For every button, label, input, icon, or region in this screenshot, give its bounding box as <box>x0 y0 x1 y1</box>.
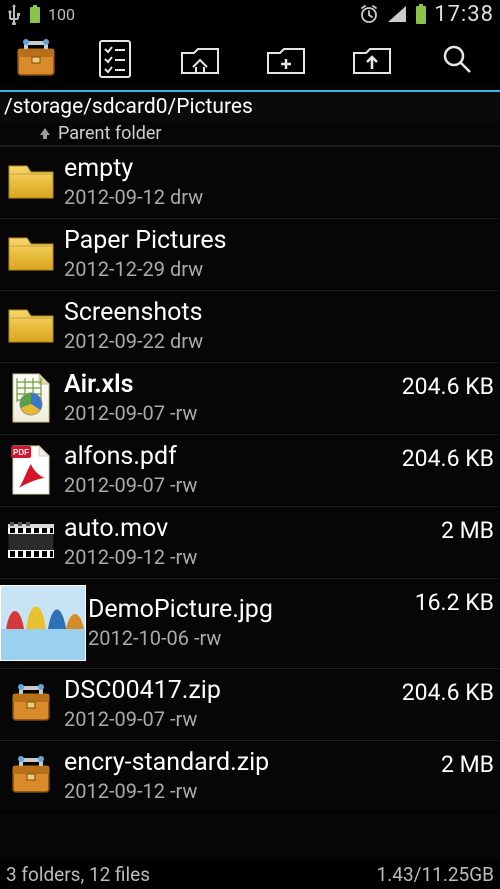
parent-folder-label: Parent folder <box>58 123 162 144</box>
home-folder-button[interactable] <box>158 28 244 90</box>
alarm-icon <box>358 3 380 25</box>
footer: 3 folders, 12 files 1.43/11.25GB <box>0 859 500 889</box>
battery-percent: 100 <box>48 5 75 24</box>
folder-summary: 3 folders, 12 files <box>6 863 150 886</box>
list-item-size: 2 MB <box>433 513 494 544</box>
list-item-meta: 2012-09-07 -rw <box>64 707 394 731</box>
list-item-name: Paper Pictures <box>64 227 486 255</box>
up-arrow-icon <box>38 124 52 145</box>
clock: 17:38 <box>434 2 494 27</box>
upload-folder-button[interactable] <box>329 28 415 90</box>
pdf-icon: PDF <box>4 443 58 497</box>
list-item-info: Screenshots2012-09-22 drw <box>64 299 486 353</box>
list-item-info: DSC00417.zip2012-09-07 -rw <box>64 677 394 731</box>
list-item-info: Air.xls2012-09-07 -rw <box>64 371 394 425</box>
xls-icon <box>4 371 58 425</box>
battery-icon <box>414 3 428 25</box>
list-item[interactable]: encry-standard.zip2012-09-12 -rw2 MB <box>0 740 500 812</box>
list-item-name: Air.xls <box>64 371 394 399</box>
list-item-meta: 2012-09-07 -rw <box>64 473 394 497</box>
new-folder-button[interactable] <box>243 28 329 90</box>
list-item-size <box>486 297 494 301</box>
list-item-meta: 2012-09-12 -rw <box>64 779 433 803</box>
toolbar <box>0 28 500 92</box>
list-item[interactable]: Screenshots2012-09-22 drw <box>0 290 500 362</box>
folder-icon <box>4 155 58 209</box>
list-item-size <box>486 153 494 157</box>
list-item[interactable]: Paper Pictures2012-12-29 drw <box>0 218 500 290</box>
signal-icon <box>386 4 408 24</box>
list-item-meta: 2012-09-07 -rw <box>64 401 394 425</box>
list-item-name: Screenshots <box>64 299 486 327</box>
list-item-meta: 2012-09-12 drw <box>64 185 486 209</box>
list-item-info: Paper Pictures2012-12-29 drw <box>64 227 486 281</box>
list-item-name: DSC00417.zip <box>64 677 394 705</box>
list-item-name: alfons.pdf <box>64 443 394 471</box>
list-item[interactable]: Air.xls2012-09-07 -rw204.6 KB <box>0 362 500 434</box>
list-item-info: auto.mov2012-09-12 -rw <box>64 515 433 569</box>
list-item-size: 16.2 KB <box>407 585 494 616</box>
list-item-info: encry-standard.zip2012-09-12 -rw <box>64 749 433 803</box>
parent-folder-row[interactable]: Parent folder <box>0 122 500 146</box>
jpg-icon <box>0 585 86 661</box>
svg-text:PDF: PDF <box>13 448 29 457</box>
app-icon[interactable] <box>0 28 72 90</box>
list-item[interactable]: auto.mov2012-09-12 -rw2 MB <box>0 506 500 578</box>
file-list[interactable]: Parent folder empty2012-09-12 drw Paper P… <box>0 122 500 859</box>
list-item-meta: 2012-10-06 -rw <box>88 626 407 650</box>
multiselect-button[interactable] <box>72 28 158 90</box>
list-item[interactable]: empty2012-09-12 drw <box>0 146 500 218</box>
list-item-meta: 2012-12-29 drw <box>64 257 486 281</box>
list-item-name: auto.mov <box>64 515 433 543</box>
battery-small-icon <box>28 4 42 24</box>
list-item-info: empty2012-09-12 drw <box>64 155 486 209</box>
list-item-size: 204.6 KB <box>394 369 494 400</box>
folder-icon <box>4 299 58 353</box>
list-item-meta: 2012-09-12 -rw <box>64 545 433 569</box>
storage-space: 1.43/11.25GB <box>377 863 494 886</box>
zip-icon <box>4 677 58 731</box>
search-button[interactable] <box>414 28 500 90</box>
list-item-meta: 2012-09-22 drw <box>64 329 486 353</box>
list-item-info: alfons.pdf2012-09-07 -rw <box>64 443 394 497</box>
list-item-size: 204.6 KB <box>394 675 494 706</box>
status-bar: 100 17:38 <box>0 0 500 28</box>
mov-icon <box>4 515 58 569</box>
list-item-size <box>486 225 494 229</box>
list-item[interactable]: DSC00417.zip2012-09-07 -rw204.6 KB <box>0 668 500 740</box>
list-item-info: DemoPicture.jpg2012-10-06 -rw <box>88 596 407 650</box>
path-bar[interactable]: /storage/sdcard0/Pictures <box>0 92 500 122</box>
zip-icon <box>4 749 58 803</box>
list-item-size: 204.6 KB <box>394 441 494 472</box>
list-item-name: encry-standard.zip <box>64 749 433 777</box>
list-item[interactable]: PDF alfons.pdf2012-09-07 -rw204.6 KB <box>0 434 500 506</box>
list-item-size: 2 MB <box>433 747 494 778</box>
folder-icon <box>4 227 58 281</box>
list-item-name: DemoPicture.jpg <box>88 596 407 624</box>
list-item-name: empty <box>64 155 486 183</box>
usb-icon <box>6 3 22 25</box>
list-item[interactable]: DemoPicture.jpg2012-10-06 -rw16.2 KB <box>0 578 500 668</box>
